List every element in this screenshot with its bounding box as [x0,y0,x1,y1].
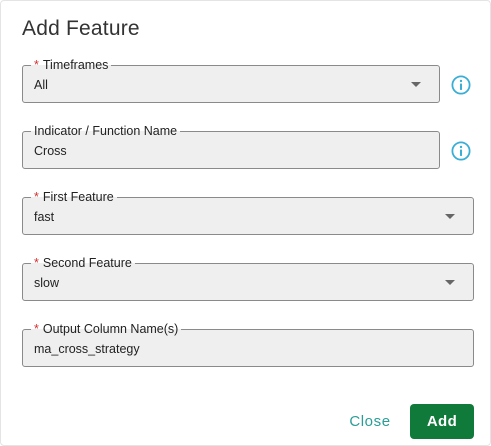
output-column-field[interactable]: * Output Column Name(s) ma_cross_strategy [22,321,474,367]
timeframes-label: * Timeframes [31,57,112,73]
required-marker: * [34,256,39,270]
add-feature-dialog: Add Feature * Timeframes All Indicator / … [0,0,491,446]
indicator-name-field[interactable]: Indicator / Function Name Cross [22,123,440,169]
indicator-name-label: Indicator / Function Name [31,123,181,139]
first-feature-label: * First Feature [31,189,117,205]
required-marker: * [34,322,39,336]
output-column-value: ma_cross_strategy [34,342,140,356]
close-button[interactable]: Close [346,405,394,439]
required-marker: * [34,58,39,72]
info-icon[interactable] [451,75,471,95]
chevron-down-icon [411,82,421,87]
output-column-label-text: Output Column Name(s) [42,322,179,336]
chevron-down-icon [445,280,455,285]
second-feature-value: slow [34,276,60,290]
chevron-down-icon [445,214,455,219]
indicator-name-value: Cross [34,144,67,158]
timeframes-value: All [34,78,48,92]
first-feature-label-text: First Feature [42,190,114,204]
dialog-title: Add Feature [22,17,140,40]
output-column-label: * Output Column Name(s) [31,321,182,337]
second-feature-label-text: Second Feature [42,256,132,270]
timeframes-label-text: Timeframes [42,58,109,72]
second-feature-label: * Second Feature [31,255,135,271]
required-marker: * [34,190,39,204]
first-feature-value: fast [34,210,55,224]
info-icon[interactable] [451,141,471,161]
timeframes-select[interactable]: * Timeframes All [22,57,440,103]
first-feature-select[interactable]: * First Feature fast [22,189,474,235]
add-button[interactable]: Add [410,404,474,439]
second-feature-select[interactable]: * Second Feature slow [22,255,474,301]
